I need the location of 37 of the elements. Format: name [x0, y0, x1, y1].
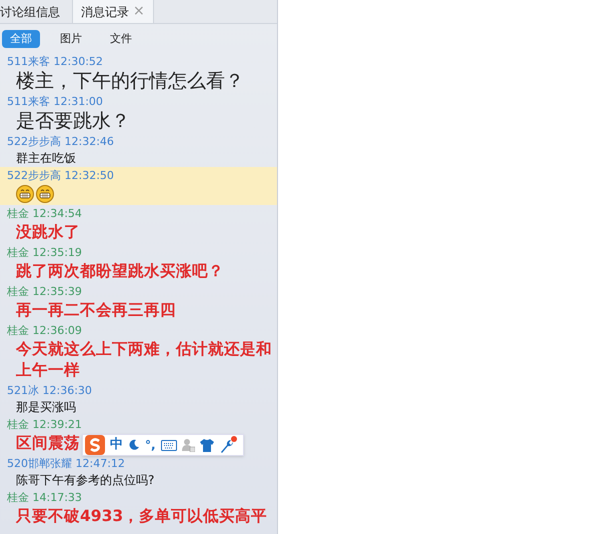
- message-text: 群主在吃饭: [15, 150, 77, 166]
- message-header: 520邯郸张耀 12:47:12: [6, 456, 126, 472]
- message-text: 没跳水了: [16, 222, 80, 243]
- message-text: 今天就这么上下两难，估计就还是和上午一样: [16, 339, 273, 381]
- message-header: 桂金 12:34:54: [6, 206, 83, 222]
- message-text: 只要不破4933，多单可以低买高平: [16, 506, 268, 527]
- message-header: 511来客 12:30:52: [6, 54, 104, 70]
- message-header: 桂金 12:36:09: [6, 323, 83, 339]
- filter-tab[interactable]: 图片: [52, 30, 90, 48]
- message-header: 桂金 14:17:33: [6, 490, 83, 506]
- punctuation-toggle[interactable]: °,: [145, 436, 156, 454]
- message-header: 521冰 12:36:30: [6, 383, 93, 399]
- message-text: 再一再二不会再三再四: [16, 300, 176, 321]
- grin-emoji-icon: [36, 185, 54, 203]
- tab[interactable]: 消息记录 ×: [72, 0, 154, 23]
- filter-tab[interactable]: 全部: [2, 30, 40, 48]
- moon-icon[interactable]: [128, 439, 140, 451]
- message-header: 桂金 12:35:39: [6, 284, 83, 300]
- mode-toggle[interactable]: 中: [110, 435, 123, 455]
- tab[interactable]: 讨论组信息: [0, 0, 72, 23]
- message-text: 是否要跳水？: [15, 110, 131, 132]
- message-text: 跳了两次都盼望跳水买涨吧？: [16, 261, 224, 282]
- shirt-icon[interactable]: [200, 438, 214, 452]
- message-text: 那是买涨吗: [15, 399, 77, 415]
- message-header: 522步步高 12:32:50: [6, 168, 115, 184]
- message-header: 桂金 12:39:21: [6, 417, 83, 433]
- message-text: 陈哥下午有参考的点位吗?: [15, 472, 156, 488]
- message-text: 区间震荡: [16, 433, 80, 454]
- s-logo-icon[interactable]: [85, 435, 105, 455]
- message-text: 楼主，下午的行情怎么看？: [15, 70, 245, 92]
- wrench-icon[interactable]: [218, 436, 237, 454]
- message-header: 桂金 12:35:19: [6, 245, 83, 261]
- grin-emoji-icon: [16, 185, 34, 203]
- message-header: 522步步高 12:32:46: [6, 134, 115, 150]
- keyboard-icon[interactable]: [160, 440, 177, 450]
- filter-tab[interactable]: 文件: [102, 30, 140, 48]
- message-header: 511来客 12:31:00: [6, 94, 104, 110]
